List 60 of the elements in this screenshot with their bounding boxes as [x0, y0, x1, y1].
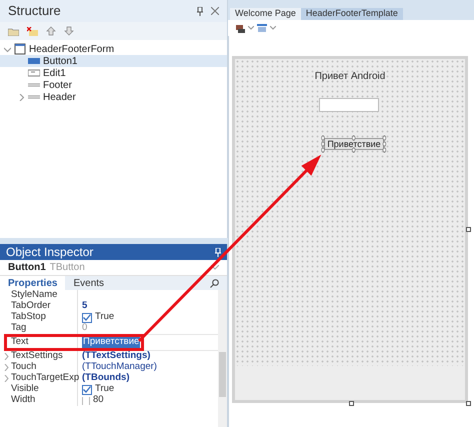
form-button[interactable]: Приветствие	[324, 138, 384, 150]
tab[interactable]: Events	[65, 276, 112, 290]
caret-icon[interactable]	[4, 46, 11, 52]
resize-handle[interactable]	[466, 401, 471, 406]
property-value: (TTextSettings)	[82, 349, 150, 362]
property-value: (TTouchManager)	[82, 360, 157, 373]
down-arrow-icon[interactable]	[64, 26, 74, 36]
property-value: 80	[93, 393, 104, 408]
edit-box-icon	[28, 67, 40, 79]
panel-title: Object Inspector	[6, 244, 94, 261]
delete-icon[interactable]	[27, 26, 38, 36]
property-value: True	[95, 382, 114, 395]
property-name: StyleName	[11, 288, 58, 301]
resize-handle[interactable]	[466, 227, 471, 232]
tree-item[interactable]: HeaderFooterForm	[0, 43, 227, 55]
up-arrow-icon[interactable]	[46, 26, 56, 36]
checkbox[interactable]	[82, 384, 92, 394]
checkbox[interactable]	[82, 312, 92, 322]
property-name: TabOrder	[11, 299, 51, 312]
tree-item[interactable]: Header	[0, 91, 227, 103]
property-name: TabStop	[11, 310, 46, 324]
caret-icon[interactable]	[4, 364, 9, 371]
property-value: True	[95, 310, 114, 324]
chevron-down-icon	[211, 265, 219, 270]
tab[interactable]: Properties	[0, 276, 66, 290]
property-name: Tag	[11, 321, 26, 336]
property-name: TouchTargetExp	[11, 371, 80, 384]
folder-icon[interactable]	[8, 26, 19, 36]
property-value: 0	[82, 321, 88, 336]
property-value: 5	[82, 299, 88, 314]
button-icon	[28, 55, 40, 67]
tab[interactable]: Welcome Page	[230, 8, 301, 20]
property-name: Touch	[11, 360, 36, 373]
layout-icon[interactable]	[257, 24, 267, 32]
form-caption: Привет Android	[314, 70, 386, 84]
devices-icon[interactable]	[236, 24, 245, 32]
width-icon	[82, 396, 90, 404]
resize-handle[interactable]	[349, 401, 354, 406]
property-value: (TBounds)	[82, 371, 130, 384]
caret-icon[interactable]	[4, 375, 9, 382]
tree-item[interactable]: Button1	[0, 55, 227, 67]
close-icon[interactable]	[211, 7, 219, 15]
property-name: Width	[11, 393, 36, 408]
form-icon	[14, 43, 26, 55]
pin-icon[interactable]	[197, 6, 203, 16]
search-icon[interactable]	[210, 278, 219, 288]
input-field[interactable]	[318, 98, 378, 112]
property-name: TextSettings	[11, 349, 63, 362]
tree-item[interactable]: Edit1	[0, 67, 227, 79]
tree-item[interactable]: Footer	[0, 79, 227, 91]
panel-title: Structure	[8, 2, 61, 20]
caret-icon[interactable]	[18, 94, 25, 100]
chevron-down-icon[interactable]	[248, 26, 254, 30]
property-name: Visible	[11, 382, 39, 395]
chevron-down-icon[interactable]	[270, 26, 276, 30]
selection-handles-drawing	[321, 135, 387, 153]
caret-icon[interactable]	[4, 353, 9, 360]
scrollbar[interactable]	[218, 290, 227, 427]
tab[interactable]: HeaderFooterTemplate	[300, 8, 403, 20]
property-name: Text	[11, 335, 28, 350]
